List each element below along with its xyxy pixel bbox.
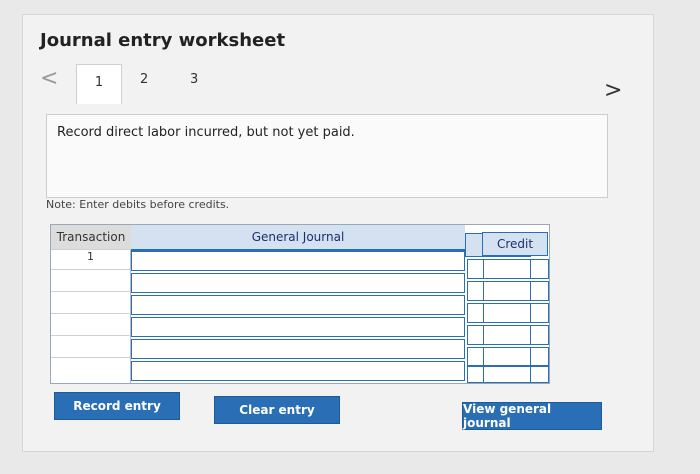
general-journal-header: General Journal <box>131 225 465 251</box>
tab-1[interactable]: 1 <box>76 64 122 104</box>
transaction-cell: 1 <box>51 249 131 269</box>
instruction-text: Record direct labor incurred, but not ye… <box>57 125 355 140</box>
credit-input[interactable] <box>483 281 549 301</box>
credit-input[interactable] <box>483 365 549 383</box>
account-input[interactable] <box>131 295 465 315</box>
credit-header: Credit <box>482 232 548 256</box>
transaction-header: Transaction <box>51 225 132 249</box>
credit-input[interactable] <box>483 325 549 345</box>
account-input[interactable] <box>131 273 465 293</box>
transaction-cell <box>51 269 131 291</box>
account-input[interactable] <box>131 339 465 359</box>
account-input[interactable] <box>131 251 465 271</box>
journal-table: Transaction General Journal Debit 1 <box>50 224 550 384</box>
instruction-box: Record direct labor incurred, but not ye… <box>46 114 608 198</box>
chevron-right-icon[interactable]: > <box>604 80 622 102</box>
record-entry-button[interactable]: Record entry <box>54 392 180 420</box>
transaction-cell <box>51 335 131 357</box>
chevron-left-icon[interactable]: < <box>40 68 58 90</box>
account-input[interactable] <box>131 317 465 337</box>
credit-input[interactable] <box>483 303 549 323</box>
note-text: Note: Enter debits before credits. <box>46 198 230 211</box>
page-title: Journal entry worksheet <box>40 30 286 51</box>
account-input[interactable] <box>131 361 465 381</box>
transaction-cell <box>51 357 131 383</box>
transaction-cell <box>51 313 131 335</box>
credit-input[interactable] <box>483 259 549 279</box>
view-general-journal-button[interactable]: View general journal <box>462 402 602 430</box>
clear-entry-button[interactable]: Clear entry <box>214 396 340 424</box>
transaction-cell <box>51 291 131 313</box>
credit-input[interactable] <box>483 347 549 367</box>
tab-2[interactable]: 2 <box>140 72 148 87</box>
tab-3[interactable]: 3 <box>190 72 198 87</box>
